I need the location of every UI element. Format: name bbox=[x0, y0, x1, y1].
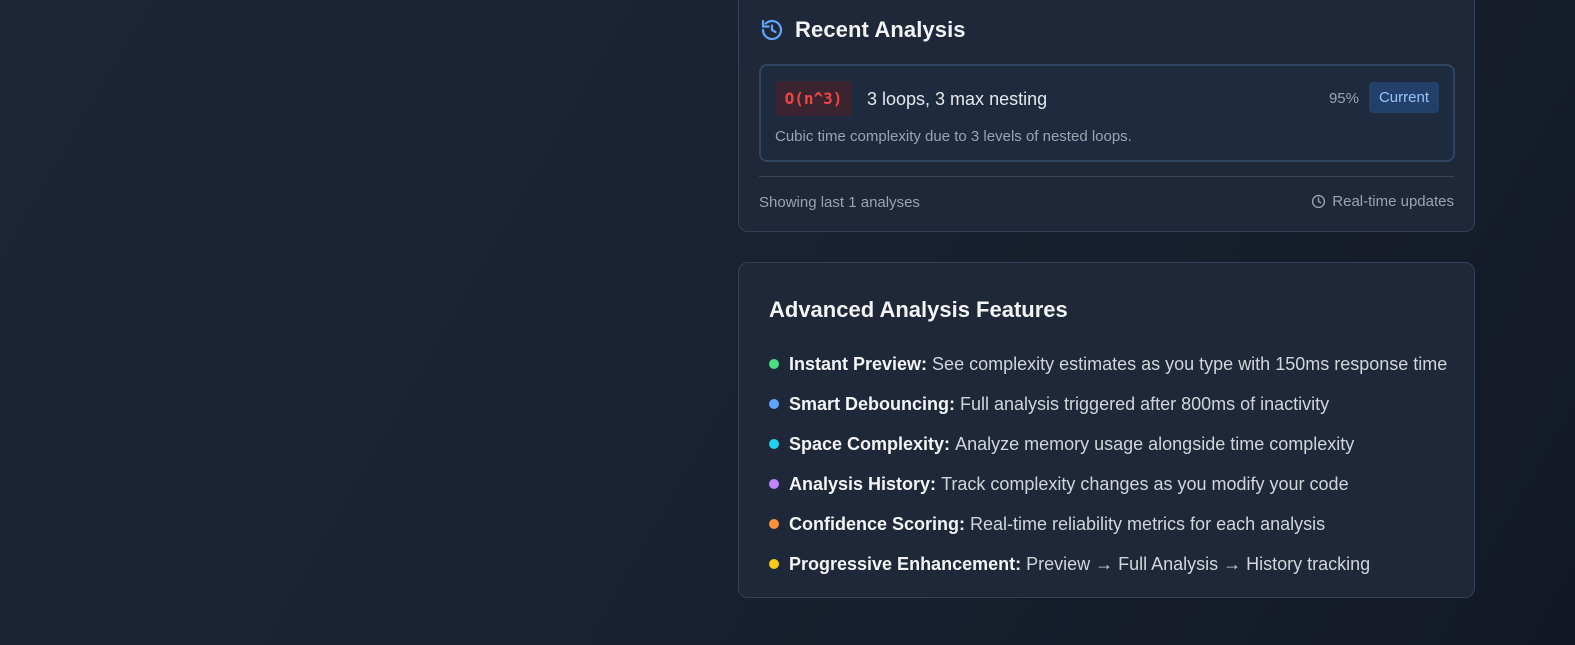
feature-item-confidence-scoring: Confidence Scoring: Real-time reliabilit… bbox=[769, 504, 1447, 544]
clock-icon bbox=[1311, 194, 1332, 209]
realtime-updates-label: Real-time updates bbox=[1332, 193, 1454, 210]
feature-description: See complexity estimates as you type wit… bbox=[932, 353, 1448, 374]
feature-description: Real-time reliability metrics for each a… bbox=[970, 513, 1326, 534]
feature-item-smart-debouncing: Smart Debouncing: Full analysis triggere… bbox=[769, 384, 1447, 424]
feature-item-space-complexity: Space Complexity: Analyze memory usage a… bbox=[769, 424, 1447, 464]
bullet-dot-icon bbox=[769, 479, 779, 489]
confidence-value: 95% bbox=[1328, 90, 1359, 107]
analysis-summary: 3 loops, 3 max nesting bbox=[867, 89, 1048, 109]
feature-name: Confidence Scoring: bbox=[789, 513, 966, 534]
analysis-description: Cubic time complexity due to 3 levels of… bbox=[775, 128, 1132, 145]
bullet-dot-icon bbox=[769, 519, 779, 529]
feature-description: Full analysis triggered after 800ms of i… bbox=[960, 393, 1330, 414]
history-icon bbox=[760, 18, 784, 42]
feature-description: Analyze memory usage alongside time comp… bbox=[955, 433, 1355, 454]
feature-name: Space Complexity: bbox=[789, 433, 951, 454]
analysis-count-text: Showing last 1 analyses bbox=[759, 194, 920, 211]
feature-list: Instant Preview: See complexity estimate… bbox=[769, 344, 1447, 584]
features-title: Advanced Analysis Features bbox=[769, 297, 1068, 322]
feature-item-instant-preview: Instant Preview: See complexity estimate… bbox=[769, 344, 1447, 384]
bullet-dot-icon bbox=[769, 359, 779, 369]
current-badge: Current bbox=[1368, 82, 1439, 113]
feature-name: Smart Debouncing: bbox=[789, 393, 956, 414]
feature-item-progressive-enhancement: Progressive Enhancement: Preview → Full … bbox=[769, 544, 1447, 584]
bullet-dot-icon bbox=[769, 439, 779, 449]
analysis-history-item[interactable]: O(n^3) 3 loops, 3 max nesting 95% Curren… bbox=[759, 64, 1455, 162]
bullet-dot-icon bbox=[769, 559, 779, 569]
feature-item-analysis-history: Analysis History: Track complexity chang… bbox=[769, 464, 1447, 504]
recent-analysis-card: Recent Analysis O(n^3) 3 loops, 3 max ne… bbox=[738, 0, 1475, 232]
feature-name: Progressive Enhancement: bbox=[789, 553, 1022, 574]
feature-name: Analysis History: bbox=[789, 473, 937, 494]
recent-analysis-header: Recent Analysis bbox=[760, 17, 966, 43]
feature-name: Instant Preview: bbox=[789, 353, 928, 374]
recent-analysis-title: Recent Analysis bbox=[795, 17, 966, 42]
feature-description: Track complexity changes as you modify y… bbox=[941, 473, 1349, 494]
divider bbox=[759, 176, 1454, 177]
feature-description: Preview → Full Analysis → History tracki… bbox=[1026, 553, 1371, 574]
advanced-features-card: Advanced Analysis Features Instant Previ… bbox=[738, 262, 1475, 598]
bullet-dot-icon bbox=[769, 399, 779, 409]
complexity-badge: O(n^3) bbox=[775, 81, 852, 116]
realtime-updates-status: Real-time updates bbox=[1311, 193, 1454, 210]
